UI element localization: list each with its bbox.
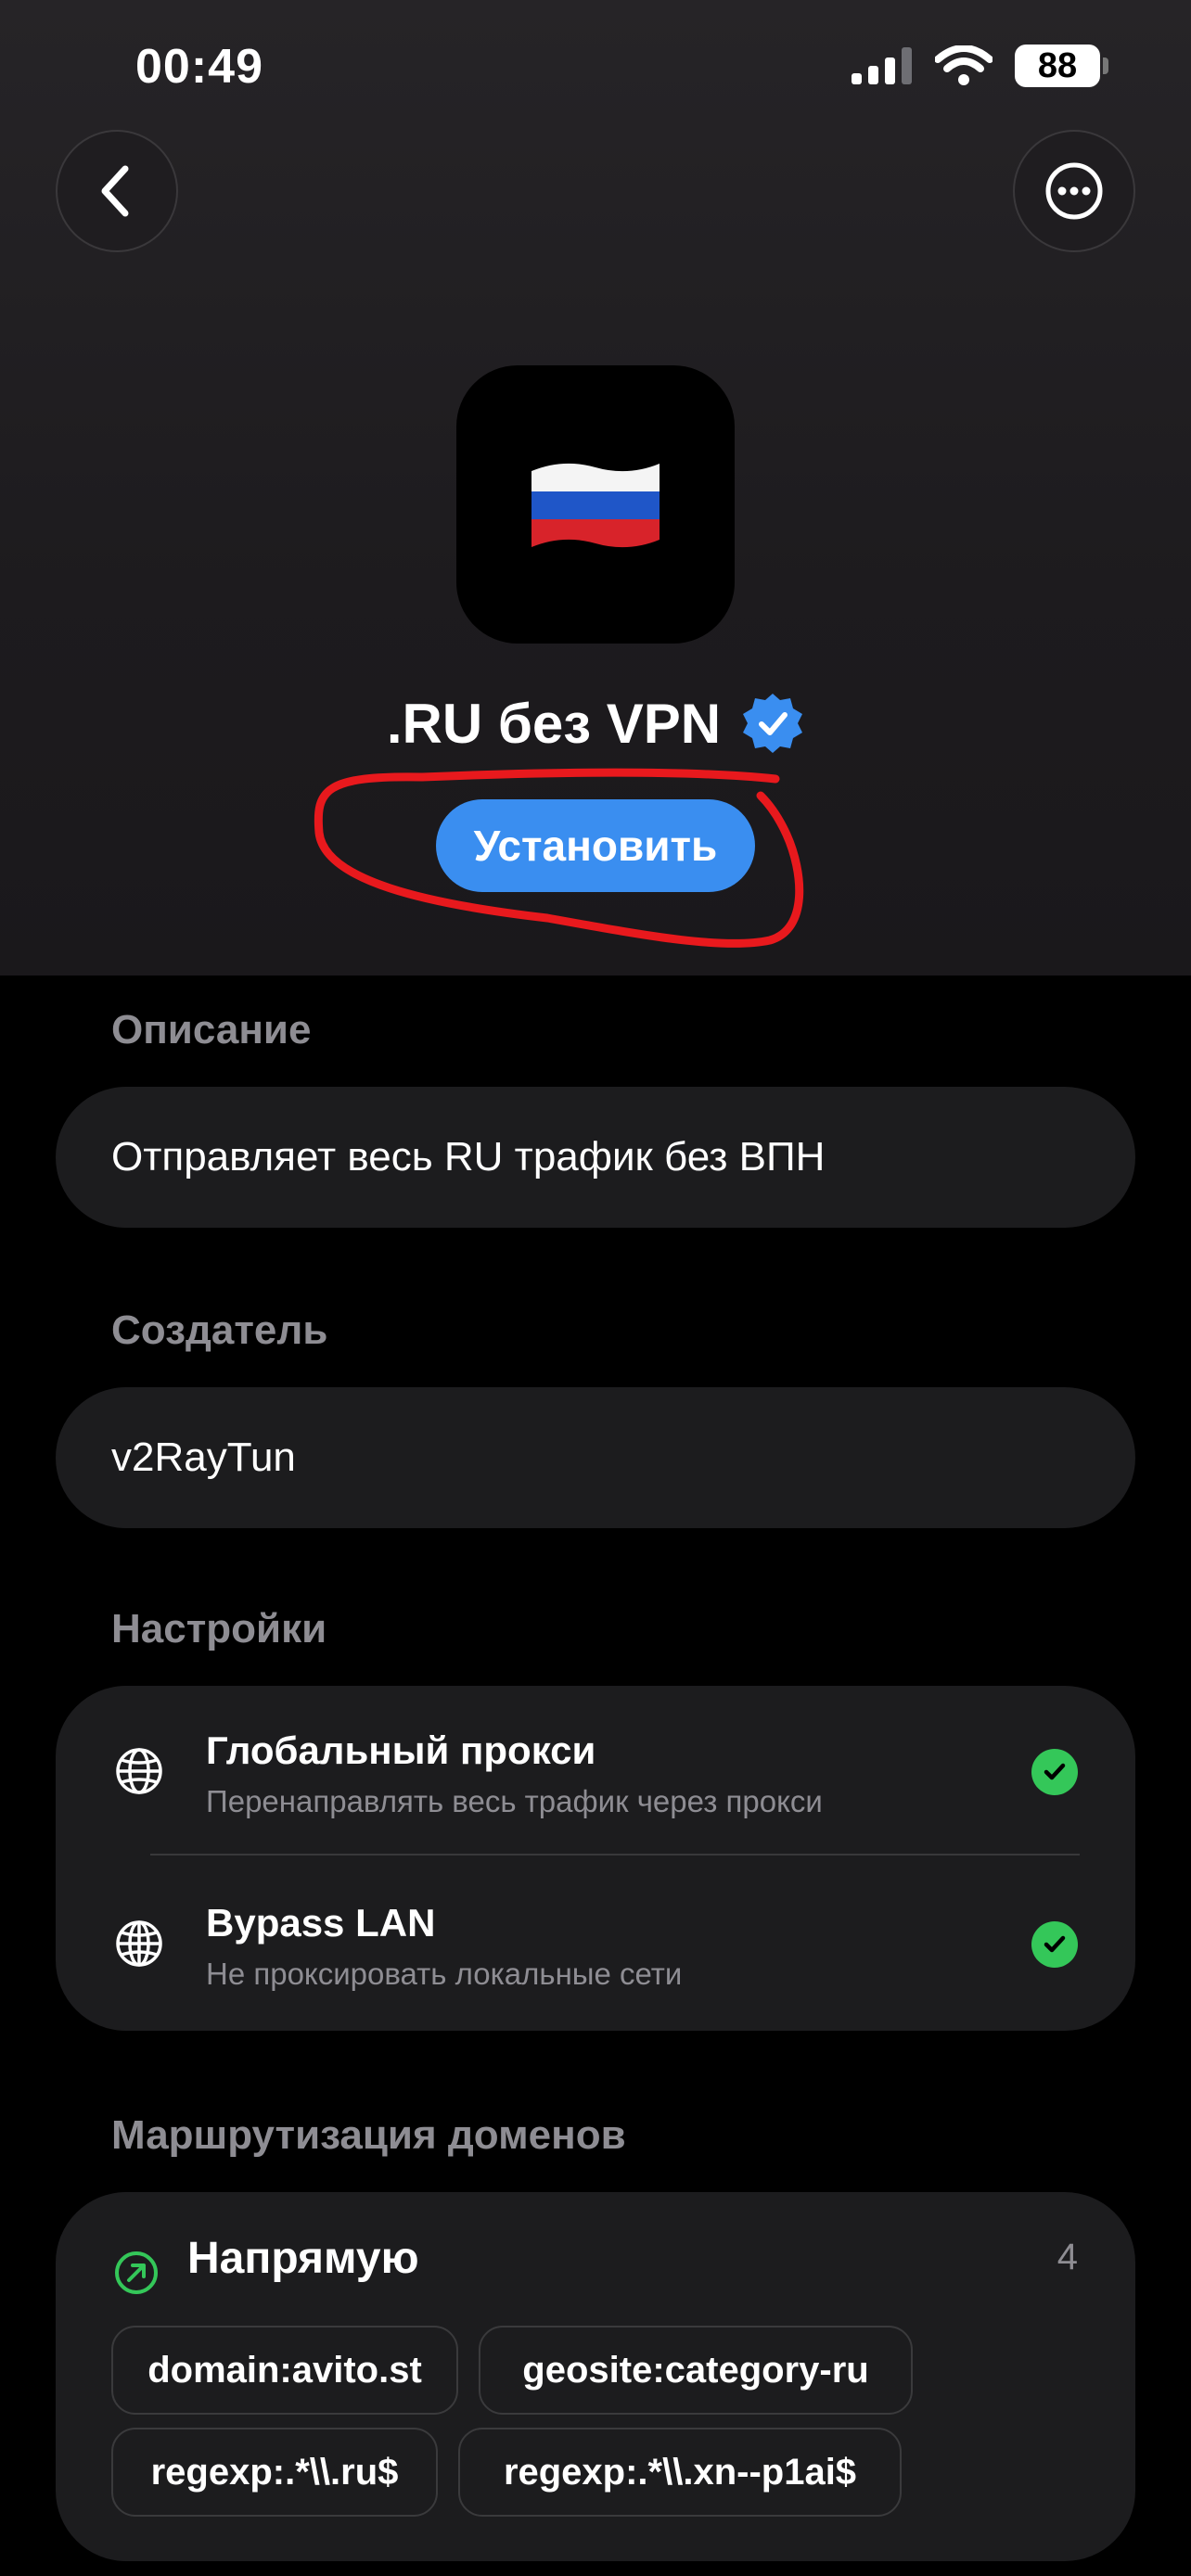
wifi-icon (935, 45, 992, 85)
cellular-signal-icon (852, 47, 912, 84)
app-title: .RU без VPN (386, 692, 722, 755)
checkmark-icon[interactable] (1031, 1749, 1078, 1795)
rule-chip[interactable]: regexp:.*\\.xn--p1ai$ (458, 2428, 902, 2517)
description-label: Описание (111, 1007, 312, 1052)
description-text: Отправляет весь RU трафик без ВПН (111, 1134, 826, 1180)
routing-rule-count: 4 (1057, 2237, 1078, 2277)
chevron-left-icon (101, 165, 129, 217)
app-icon (456, 365, 735, 644)
setting-title: Bypass LAN (206, 1901, 436, 1945)
setting-title: Глобальный прокси (206, 1728, 596, 1772)
routing-card: Напрямую 4 domain:avito.st geosite:categ… (56, 2192, 1135, 2561)
routing-label: Маршрутизация доменов (111, 2112, 626, 2158)
more-ellipsis-icon (1045, 162, 1103, 220)
settings-label: Настройки (111, 1606, 327, 1651)
setting-bypass-lan[interactable]: Bypass LAN Не проксировать локальные сет… (56, 1858, 1135, 2031)
globe-icon (116, 1748, 162, 1794)
setting-global-proxy[interactable]: Глобальный прокси Перенаправлять весь тр… (56, 1686, 1135, 1858)
creator-label: Создатель (111, 1307, 328, 1353)
status-icons: 88 (852, 45, 1108, 87)
verified-badge-icon (743, 694, 803, 753)
install-button[interactable]: Установить (436, 799, 755, 892)
globe-grid-icon (116, 1920, 162, 1967)
direct-arrow-icon (115, 2251, 158, 2294)
setting-subtitle: Перенаправлять весь трафик через прокси (206, 1784, 823, 1818)
rule-chip[interactable]: domain:avito.st (111, 2326, 458, 2415)
battery-indicator: 88 (1015, 45, 1108, 87)
status-time: 00:49 (135, 40, 263, 94)
rule-chip[interactable]: regexp:.*\\.ru$ (111, 2428, 438, 2517)
russia-flag-icon (531, 463, 660, 548)
description-field: Отправляет весь RU трафик без ВПН (56, 1087, 1135, 1228)
creator-text: v2RayTun (111, 1435, 296, 1480)
creator-field: v2RayTun (56, 1387, 1135, 1528)
routing-group-title: Напрямую (187, 2234, 419, 2283)
settings-divider (150, 1854, 1080, 1855)
more-options-button[interactable] (1013, 130, 1135, 252)
app-title-row: .RU без VPN (0, 686, 1191, 760)
rule-chip[interactable]: geosite:category-ru (479, 2326, 913, 2415)
back-button[interactable] (56, 130, 178, 252)
setting-subtitle: Не проксировать локальные сети (206, 1957, 683, 1991)
settings-card: Глобальный прокси Перенаправлять весь тр… (56, 1686, 1135, 2031)
checkmark-icon[interactable] (1031, 1921, 1078, 1968)
